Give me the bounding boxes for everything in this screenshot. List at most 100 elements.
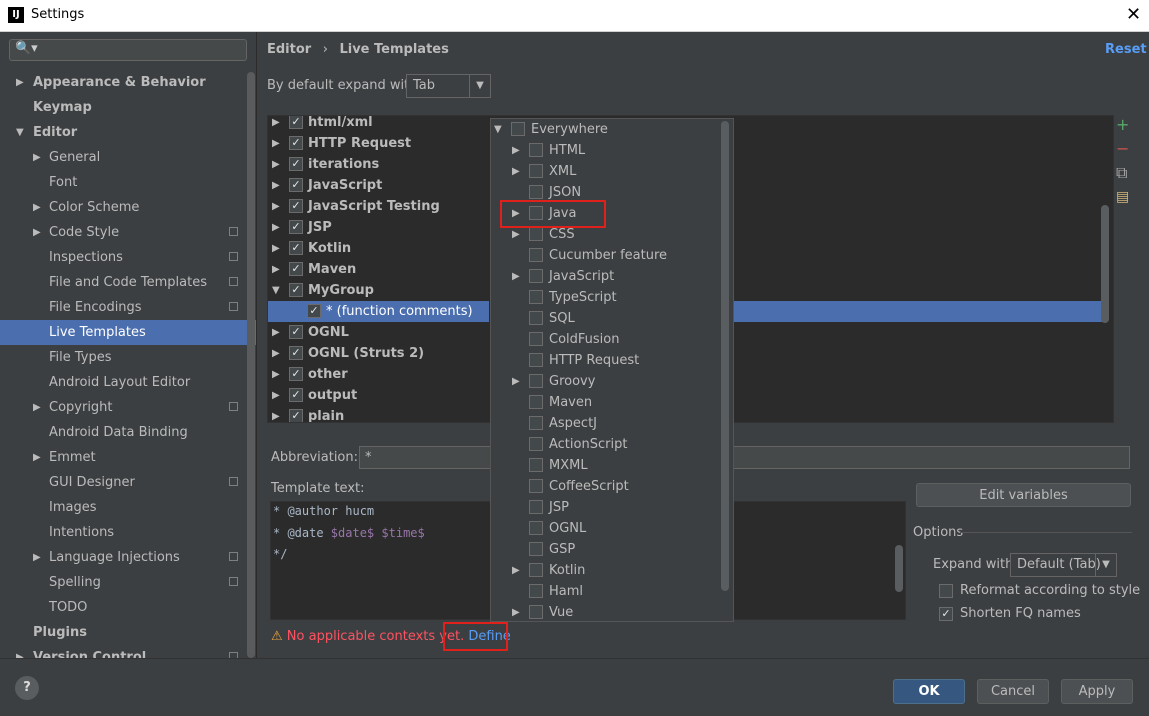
sidebar-item[interactable]: File Encodings bbox=[0, 295, 256, 320]
add-icon[interactable]: + bbox=[1116, 115, 1129, 134]
chevron-right-icon[interactable]: ▶ bbox=[272, 343, 280, 364]
chevron-right-icon[interactable]: ▶ bbox=[33, 220, 41, 245]
context-checkbox[interactable] bbox=[529, 164, 543, 178]
abbreviation-field[interactable]: * bbox=[359, 446, 1130, 469]
context-item[interactable]: Haml bbox=[491, 581, 731, 602]
chevron-right-icon[interactable]: ▶ bbox=[272, 217, 280, 238]
context-item[interactable]: ▶ Groovy bbox=[491, 371, 731, 392]
context-item[interactable]: ▶ XML bbox=[491, 161, 731, 182]
template-checkbox[interactable]: ✓ bbox=[289, 388, 303, 402]
template-checkbox[interactable]: ✓ bbox=[289, 262, 303, 276]
template-checkbox[interactable]: ✓ bbox=[289, 157, 303, 171]
context-item[interactable]: CoffeeScript bbox=[491, 476, 731, 497]
chevron-right-icon[interactable]: ▶ bbox=[512, 161, 520, 182]
context-checkbox[interactable] bbox=[529, 458, 543, 472]
chevron-right-icon[interactable]: ▶ bbox=[512, 266, 520, 287]
chevron-right-icon[interactable]: ▶ bbox=[272, 133, 280, 154]
expand-with-option-select[interactable]: Default (Tab) ▼ bbox=[1010, 553, 1117, 577]
context-item[interactable]: ▶ Kotlin bbox=[491, 560, 731, 581]
context-checkbox[interactable] bbox=[529, 605, 543, 619]
edit-variables-button[interactable]: Edit variables bbox=[916, 483, 1131, 507]
expand-with-select[interactable]: Tab ▼ bbox=[406, 74, 491, 98]
chevron-right-icon[interactable]: ▶ bbox=[272, 116, 280, 133]
context-item[interactable]: Cucumber feature bbox=[491, 245, 731, 266]
context-item[interactable]: JSP bbox=[491, 497, 731, 518]
context-checkbox[interactable] bbox=[529, 521, 543, 535]
context-checkbox[interactable] bbox=[529, 353, 543, 367]
sidebar-item[interactable]: Spelling bbox=[0, 570, 256, 595]
context-checkbox[interactable] bbox=[529, 542, 543, 556]
context-checkbox[interactable] bbox=[529, 563, 543, 577]
context-item[interactable]: ▶ HTML bbox=[491, 140, 731, 161]
chevron-right-icon[interactable]: ▶ bbox=[272, 196, 280, 217]
chevron-right-icon[interactable]: ▶ bbox=[272, 385, 280, 406]
context-item[interactable]: MXML bbox=[491, 455, 731, 476]
context-checkbox[interactable] bbox=[529, 500, 543, 514]
context-checkbox[interactable] bbox=[529, 332, 543, 346]
sidebar-item[interactable]: ▶ Copyright bbox=[0, 395, 256, 420]
chevron-right-icon[interactable]: ▶ bbox=[33, 195, 41, 220]
chevron-right-icon[interactable]: ▶ bbox=[16, 645, 24, 658]
chevron-right-icon[interactable]: ▶ bbox=[272, 322, 280, 343]
template-item[interactable]: ✓ * (function comments) bbox=[268, 301, 489, 322]
chevron-down-icon[interactable]: ▼ bbox=[272, 280, 280, 301]
chevron-right-icon[interactable]: ▶ bbox=[512, 371, 520, 392]
sidebar-item[interactable]: ▶ Color Scheme bbox=[0, 195, 256, 220]
context-checkbox[interactable] bbox=[529, 584, 543, 598]
reset-link[interactable]: Reset bbox=[1105, 42, 1147, 57]
search-input[interactable]: 🔍▾ bbox=[9, 39, 247, 61]
context-item[interactable]: SQL bbox=[491, 308, 731, 329]
chevron-down-icon[interactable]: ▼ bbox=[494, 119, 502, 140]
context-checkbox[interactable] bbox=[511, 122, 525, 136]
context-item[interactable]: HTTP Request bbox=[491, 350, 731, 371]
sidebar-item[interactable]: Font bbox=[0, 170, 256, 195]
context-checkbox[interactable] bbox=[529, 479, 543, 493]
context-checkbox[interactable] bbox=[529, 227, 543, 241]
context-checkbox[interactable] bbox=[529, 395, 543, 409]
context-item[interactable]: TypeScript bbox=[491, 287, 731, 308]
sidebar-item[interactable]: Inspections bbox=[0, 245, 256, 270]
sidebar-item[interactable]: Android Data Binding bbox=[0, 420, 256, 445]
template-checkbox[interactable]: ✓ bbox=[289, 116, 303, 129]
chevron-right-icon[interactable]: ▶ bbox=[272, 364, 280, 385]
context-checkbox[interactable] bbox=[529, 269, 543, 283]
context-checkbox[interactable] bbox=[529, 374, 543, 388]
context-checkbox[interactable] bbox=[529, 248, 543, 262]
context-item[interactable]: GSP bbox=[491, 539, 731, 560]
sidebar-item[interactable]: ▼ Editor bbox=[0, 120, 256, 145]
context-item[interactable]: ActionScript bbox=[491, 434, 731, 455]
sidebar-item[interactable]: Plugins bbox=[0, 620, 256, 645]
template-checkbox[interactable]: ✓ bbox=[289, 367, 303, 381]
reformat-checkbox[interactable] bbox=[939, 584, 953, 598]
chevron-right-icon[interactable]: ▶ bbox=[512, 560, 520, 581]
shorten-checkbox[interactable]: ✓ bbox=[939, 607, 953, 621]
context-checkbox[interactable] bbox=[529, 416, 543, 430]
sidebar-item[interactable]: GUI Designer bbox=[0, 470, 256, 495]
breadcrumb-parent[interactable]: Editor bbox=[267, 42, 311, 57]
context-item[interactable]: ▶ JavaScript bbox=[491, 266, 731, 287]
context-item[interactable]: AspectJ bbox=[491, 413, 731, 434]
context-item[interactable]: ColdFusion bbox=[491, 329, 731, 350]
sidebar-item[interactable]: Intentions bbox=[0, 520, 256, 545]
context-item[interactable]: Maven bbox=[491, 392, 731, 413]
ok-button[interactable]: OK bbox=[893, 679, 965, 704]
sidebar-item[interactable]: Keymap bbox=[0, 95, 256, 120]
sidebar-item[interactable]: ▶ General bbox=[0, 145, 256, 170]
template-checkbox[interactable]: ✓ bbox=[289, 283, 303, 297]
help-icon[interactable]: ? bbox=[15, 676, 39, 700]
chevron-right-icon[interactable]: ▶ bbox=[33, 445, 41, 470]
context-checkbox[interactable] bbox=[529, 437, 543, 451]
sidebar-item[interactable]: Android Layout Editor bbox=[0, 370, 256, 395]
sidebar-item[interactable]: ▶ Emmet bbox=[0, 445, 256, 470]
template-checkbox[interactable]: ✓ bbox=[307, 304, 321, 318]
chevron-right-icon[interactable]: ▶ bbox=[33, 145, 41, 170]
sidebar-item[interactable]: File and Code Templates bbox=[0, 270, 256, 295]
chevron-right-icon[interactable]: ▶ bbox=[272, 259, 280, 280]
context-checkbox[interactable] bbox=[529, 311, 543, 325]
chevron-right-icon[interactable]: ▶ bbox=[512, 602, 520, 621]
template-checkbox[interactable]: ✓ bbox=[289, 136, 303, 150]
context-item[interactable]: OGNL bbox=[491, 518, 731, 539]
cancel-button[interactable]: Cancel bbox=[977, 679, 1049, 704]
close-icon[interactable]: ✕ bbox=[1126, 4, 1141, 25]
template-checkbox[interactable]: ✓ bbox=[289, 409, 303, 422]
